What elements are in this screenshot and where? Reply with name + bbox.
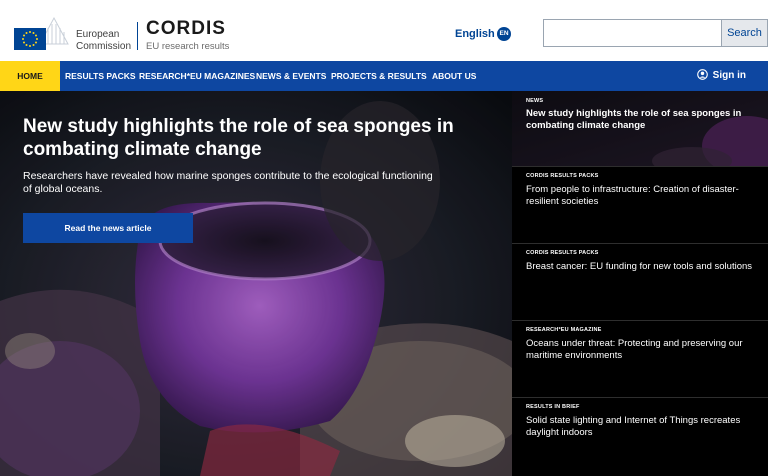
- user-icon: [696, 69, 708, 80]
- ec-line-2: Commission: [76, 41, 132, 52]
- search-button[interactable]: Search: [721, 19, 768, 47]
- nav-item-about-us[interactable]: ABOUT US: [432, 61, 476, 91]
- side-card-category: RESEARCH*EU MAGAZINE: [526, 327, 602, 333]
- page: European Commission CORDIS EU research r…: [0, 0, 768, 476]
- header-divider: [137, 22, 138, 50]
- side-card-title: Breast cancer: EU funding for new tools …: [526, 261, 753, 272]
- main-nav: HOME RESULTS PACKS RESEARCH*EU MAGAZINES…: [0, 61, 768, 91]
- ec-logo-text: European Commission: [76, 29, 131, 53]
- side-card-title: Oceans under threat: Protecting and pres…: [526, 338, 743, 361]
- nav-item-research-eu-magazines[interactable]: RESEARCH*EU MAGAZINES: [139, 61, 255, 91]
- side-card-title: New study highlights the role of sea spo…: [526, 108, 742, 131]
- ec-line-1: European: [76, 29, 120, 40]
- side-card[interactable]: RESEARCH*EU MAGAZINE Oceans under threat…: [512, 322, 768, 398]
- side-card[interactable]: CORDIS RESULTS PACKS Breast cancer: EU f…: [512, 245, 768, 321]
- side-card-category: RESULTS IN BRIEF: [526, 404, 580, 410]
- european-commission-logo[interactable]: European Commission: [14, 12, 132, 52]
- site-title[interactable]: CORDIS: [146, 18, 226, 40]
- sign-in-label: Sign in: [712, 70, 746, 81]
- side-card-category: NEWS: [526, 98, 544, 104]
- nav-item-projects-results[interactable]: PROJECTS & RESULTS: [331, 61, 427, 91]
- nav-item-results-packs[interactable]: RESULTS PACKS: [65, 61, 136, 91]
- search-input[interactable]: [543, 19, 721, 47]
- side-card[interactable]: RESULTS IN BRIEF Solid state lighting an…: [512, 399, 768, 475]
- side-card-title: From people to infrastructure: Creation …: [526, 184, 739, 207]
- nav-item-news-events[interactable]: NEWS & EVENTS: [256, 61, 326, 91]
- side-card-category: CORDIS RESULTS PACKS: [526, 173, 599, 179]
- site-header: European Commission CORDIS EU research r…: [0, 0, 768, 61]
- read-news-article-button[interactable]: Read the news article: [23, 213, 193, 243]
- hero-description: Researchers have revealed how marine spo…: [23, 170, 433, 195]
- hero-title: New study highlights the role of sea spo…: [23, 116, 454, 160]
- language-selector[interactable]: English: [455, 28, 495, 40]
- side-card-category: CORDIS RESULTS PACKS: [526, 250, 599, 256]
- nav-item-home[interactable]: HOME: [0, 61, 60, 91]
- sign-in-link[interactable]: Sign in: [696, 61, 746, 91]
- side-card-title: Solid state lighting and Internet of Thi…: [526, 415, 741, 438]
- language-code-badge[interactable]: EN: [497, 27, 511, 41]
- side-card[interactable]: NEWS New study highlights the role of se…: [512, 91, 768, 167]
- hero-banner: New study highlights the role of sea spo…: [0, 91, 512, 476]
- eu-flag-icon: [14, 28, 46, 50]
- site-subtitle: EU research results: [146, 41, 230, 52]
- featured-side-panel: NEWS New study highlights the role of se…: [512, 91, 768, 476]
- side-card[interactable]: CORDIS RESULTS PACKS From people to infr…: [512, 168, 768, 244]
